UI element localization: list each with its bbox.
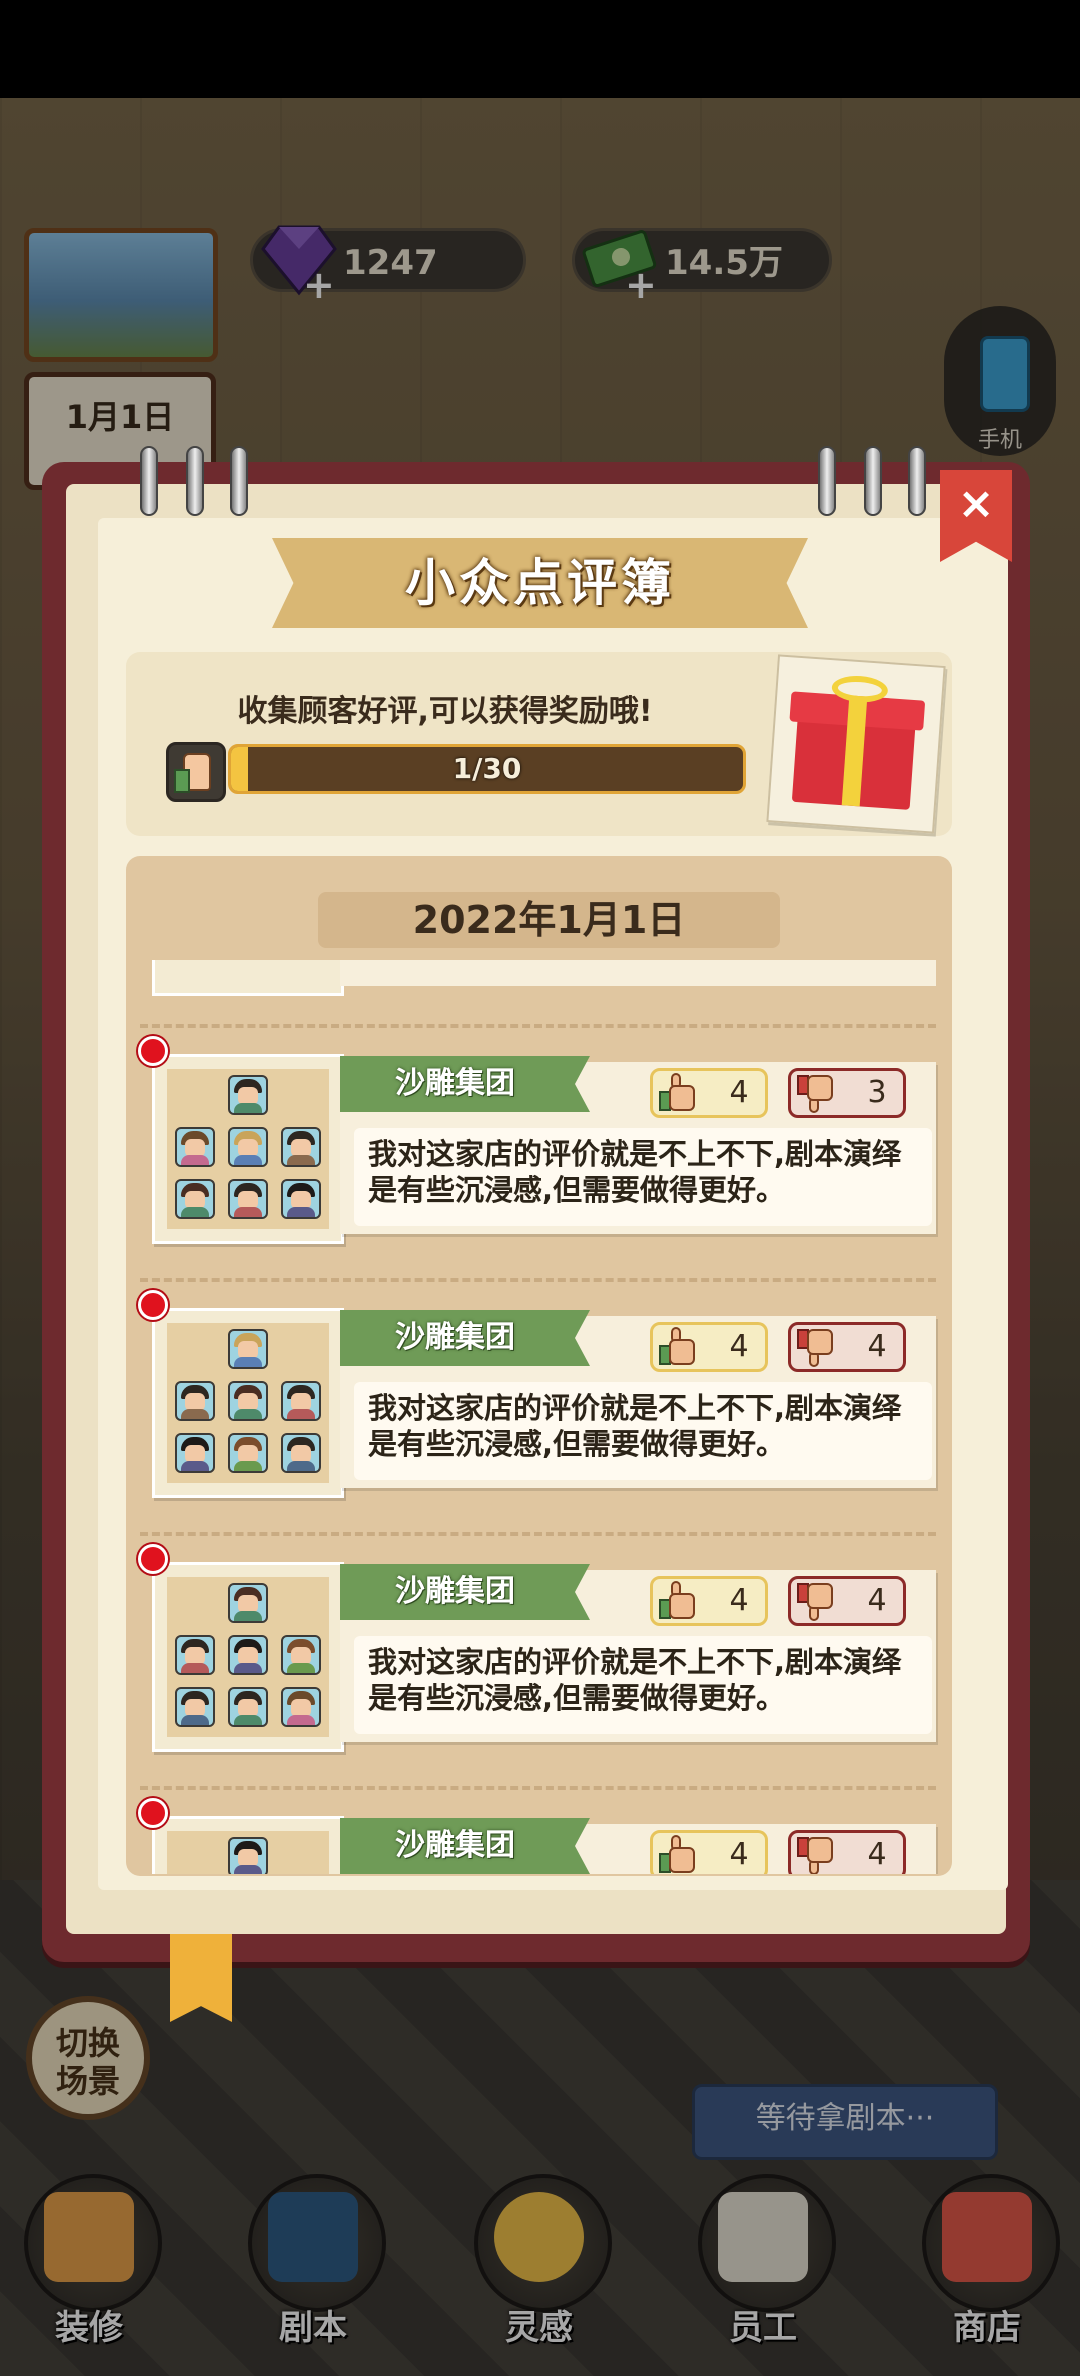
review-progress-bar: 1/30 [228, 744, 746, 794]
dislikes-count: 4 [867, 1837, 887, 1872]
dislikes-count: 3 [867, 1075, 887, 1110]
dislikes-badge: 3 [788, 1068, 906, 1118]
binder-ring [818, 446, 836, 516]
binder-ring [908, 446, 926, 516]
review-comment: 我对这家店的评价就是不上不下,剧本演绎是有些沉浸感,但需要做得更好。 [368, 1137, 902, 1207]
divider [140, 1786, 936, 1790]
customer-avatar [228, 1583, 268, 1623]
dislikes-badge: 4 [788, 1830, 906, 1874]
customer-avatar [281, 1635, 321, 1675]
review-card-partial [152, 960, 344, 996]
customer-avatar [228, 1635, 268, 1675]
dislikes-count: 4 [867, 1583, 887, 1618]
customer-avatar [228, 1837, 268, 1874]
group-name: 沙雕集团 [395, 1828, 515, 1863]
customer-avatar [228, 1075, 268, 1115]
likes-badge: 4 [650, 1068, 768, 1118]
thumbs-down-icon [797, 1073, 835, 1113]
binder-ring [864, 446, 882, 516]
customer-avatar [175, 1687, 215, 1727]
dislikes-count: 4 [867, 1329, 887, 1364]
customer-avatar [228, 1179, 268, 1219]
review-comment: 我对这家店的评价就是不上不下,剧本演绎是有些沉浸感,但需要做得更好。 [368, 1645, 902, 1715]
customer-avatar [175, 1127, 215, 1167]
binder-ring [230, 446, 248, 516]
likes-count: 4 [729, 1075, 749, 1110]
new-badge-dot [138, 1544, 168, 1574]
new-badge-dot [138, 1798, 168, 1828]
group-name: 沙雕集团 [395, 1320, 515, 1355]
progress-text: 1/30 [452, 752, 522, 785]
customer-avatar [175, 1635, 215, 1675]
binder-ring [140, 446, 158, 516]
group-name: 沙雕集团 [395, 1574, 515, 1609]
divider [140, 1278, 936, 1282]
group-name: 沙雕集团 [395, 1066, 515, 1101]
new-badge-dot [138, 1036, 168, 1066]
customer-group-avatars [152, 1816, 344, 1874]
customer-avatar [175, 1381, 215, 1421]
review-card-partial [340, 960, 936, 986]
customer-group-avatars [152, 1308, 344, 1498]
customer-avatar [281, 1381, 321, 1421]
likes-count: 4 [729, 1329, 749, 1364]
customer-group-avatars [152, 1054, 344, 1244]
thumbs-down-icon [797, 1581, 835, 1621]
review-list[interactable]: 沙雕集团 4 3 我对这家店的评价就是不上不下,剧本演绎是有些沉浸感,但需要做得… [126, 960, 952, 1874]
likes-badge: 4 [650, 1322, 768, 1372]
review-comment: 我对这家店的评价就是不上不下,剧本演绎是有些沉浸感,但需要做得更好。 [368, 1391, 902, 1461]
customer-avatar [281, 1179, 321, 1219]
review-row[interactable]: 沙雕集团 4 4 我对这家店的评价就是不上不下,剧本演绎是有些沉浸感,但需要做得… [126, 1290, 952, 1498]
status-bar [0, 0, 1080, 98]
dislikes-badge: 4 [788, 1322, 906, 1372]
gift-reward-button[interactable] [766, 654, 946, 834]
customer-avatar [281, 1127, 321, 1167]
review-row[interactable]: 沙雕集团 4 4 [126, 1798, 952, 1874]
likes-badge: 4 [650, 1830, 768, 1874]
divider [140, 1024, 936, 1028]
dialog-title: 小众点评簿 [405, 554, 675, 612]
thumbs-up-icon [659, 1581, 697, 1621]
divider [140, 1532, 936, 1536]
review-row[interactable]: 沙雕集团 4 3 我对这家店的评价就是不上不下,剧本演绎是有些沉浸感,但需要做得… [126, 1036, 952, 1244]
likes-badge: 4 [650, 1576, 768, 1626]
customer-avatar [228, 1433, 268, 1473]
thumbs-up-icon [659, 1835, 697, 1874]
date-header: 2022年1月1日 [318, 892, 780, 948]
reward-tip: 收集顾客好评,可以获得奖励哦! [237, 694, 653, 729]
likes-count: 4 [729, 1583, 749, 1618]
customer-avatar [175, 1179, 215, 1219]
thumbs-down-icon [797, 1835, 835, 1874]
customer-group-avatars [152, 1562, 344, 1752]
customer-avatar [228, 1687, 268, 1727]
customer-avatar [228, 1381, 268, 1421]
customer-avatar [175, 1433, 215, 1473]
close-icon: × [957, 478, 995, 529]
customer-avatar [281, 1687, 321, 1727]
thumbs-up-icon [166, 742, 226, 802]
customer-avatar [228, 1329, 268, 1369]
customer-avatar [281, 1433, 321, 1473]
thumbs-up-icon [659, 1327, 697, 1367]
dislikes-badge: 4 [788, 1576, 906, 1626]
customer-avatar [228, 1127, 268, 1167]
new-badge-dot [138, 1290, 168, 1320]
review-row[interactable]: 沙雕集团 4 4 我对这家店的评价就是不上不下,剧本演绎是有些沉浸感,但需要做得… [126, 1544, 952, 1752]
thumbs-up-icon [659, 1073, 697, 1113]
binder-ring [186, 446, 204, 516]
likes-count: 4 [729, 1837, 749, 1872]
thumbs-down-icon [797, 1327, 835, 1367]
